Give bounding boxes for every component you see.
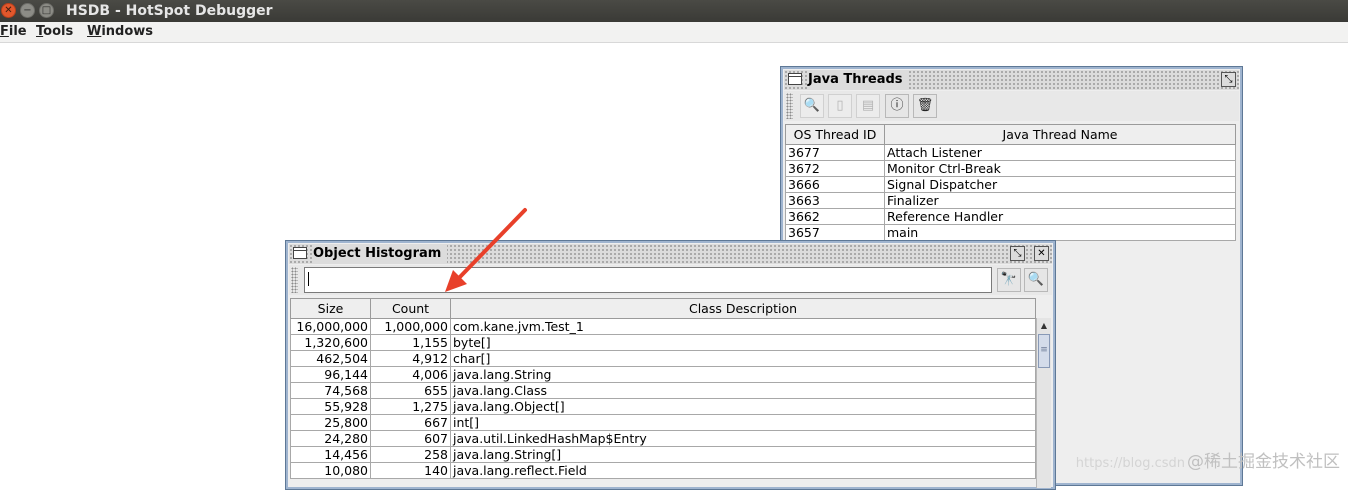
watermark: https://blog.csdn @稀土掘金技术社区 (1076, 447, 1340, 472)
annotation-arrow-shaft (454, 208, 527, 283)
annotation-arrow (445, 208, 527, 292)
watermark-url: https://blog.csdn (1075, 456, 1185, 471)
watermark-text: @稀土掘金技术社区 (1187, 452, 1340, 472)
